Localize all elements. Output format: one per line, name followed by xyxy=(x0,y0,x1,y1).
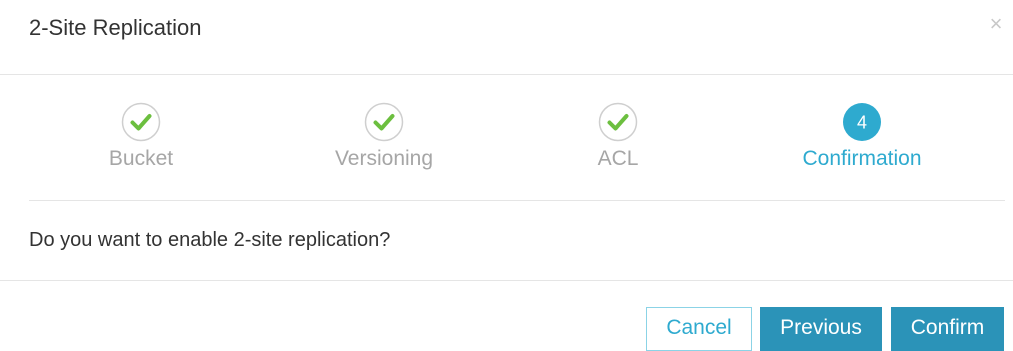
wizard-steps: Bucket Versioning ACL 4 Confirmation xyxy=(0,74,1013,200)
step-bucket: Bucket xyxy=(41,102,241,172)
confirm-button[interactable]: Confirm xyxy=(891,307,1004,351)
checkmark-icon xyxy=(121,102,161,142)
step-label-versioning: Versioning xyxy=(334,147,434,170)
dialog-header: 2-Site Replication × xyxy=(0,0,1013,75)
step-versioning: Versioning xyxy=(284,102,484,172)
replication-dialog: 2-Site Replication × Bucket Versioning A… xyxy=(0,0,1013,351)
close-icon[interactable]: × xyxy=(986,12,1006,36)
steps-divider xyxy=(29,200,1005,201)
confirmation-question: Do you want to enable 2-site replication… xyxy=(29,229,391,251)
checkmark-icon xyxy=(598,102,638,142)
footer-divider xyxy=(0,280,1013,281)
dialog-title: 2-Site Replication xyxy=(29,15,202,40)
cancel-button[interactable]: Cancel xyxy=(646,307,752,351)
step-label-bucket: Bucket xyxy=(108,147,174,170)
step-confirmation: 4 Confirmation xyxy=(762,102,962,172)
checkmark-icon xyxy=(364,102,404,142)
step-acl: ACL xyxy=(518,102,718,172)
step-number: 4 xyxy=(857,113,867,133)
step-label-acl: ACL xyxy=(597,147,639,170)
step-label-confirmation: Confirmation xyxy=(802,147,922,170)
previous-button[interactable]: Previous xyxy=(760,307,882,351)
step-number-badge: 4 xyxy=(843,103,881,141)
